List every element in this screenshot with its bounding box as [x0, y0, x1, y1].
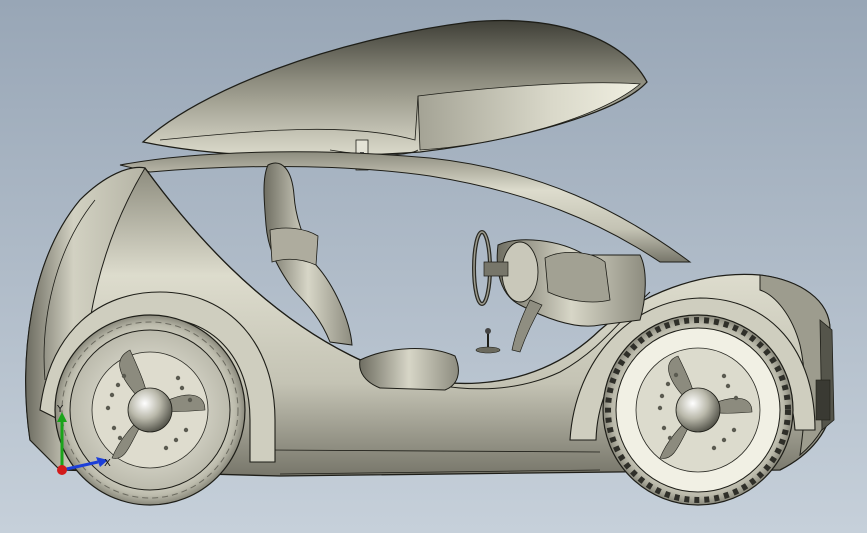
rear-wheel[interactable]	[602, 314, 794, 506]
z-axis	[57, 465, 67, 475]
model-scene[interactable]: Y X	[0, 0, 867, 533]
front-wheel[interactable]	[54, 314, 246, 506]
graphics-viewport[interactable]: Y X	[0, 0, 867, 533]
y-axis-label: Y	[56, 404, 64, 415]
x-axis-label: X	[104, 458, 111, 469]
